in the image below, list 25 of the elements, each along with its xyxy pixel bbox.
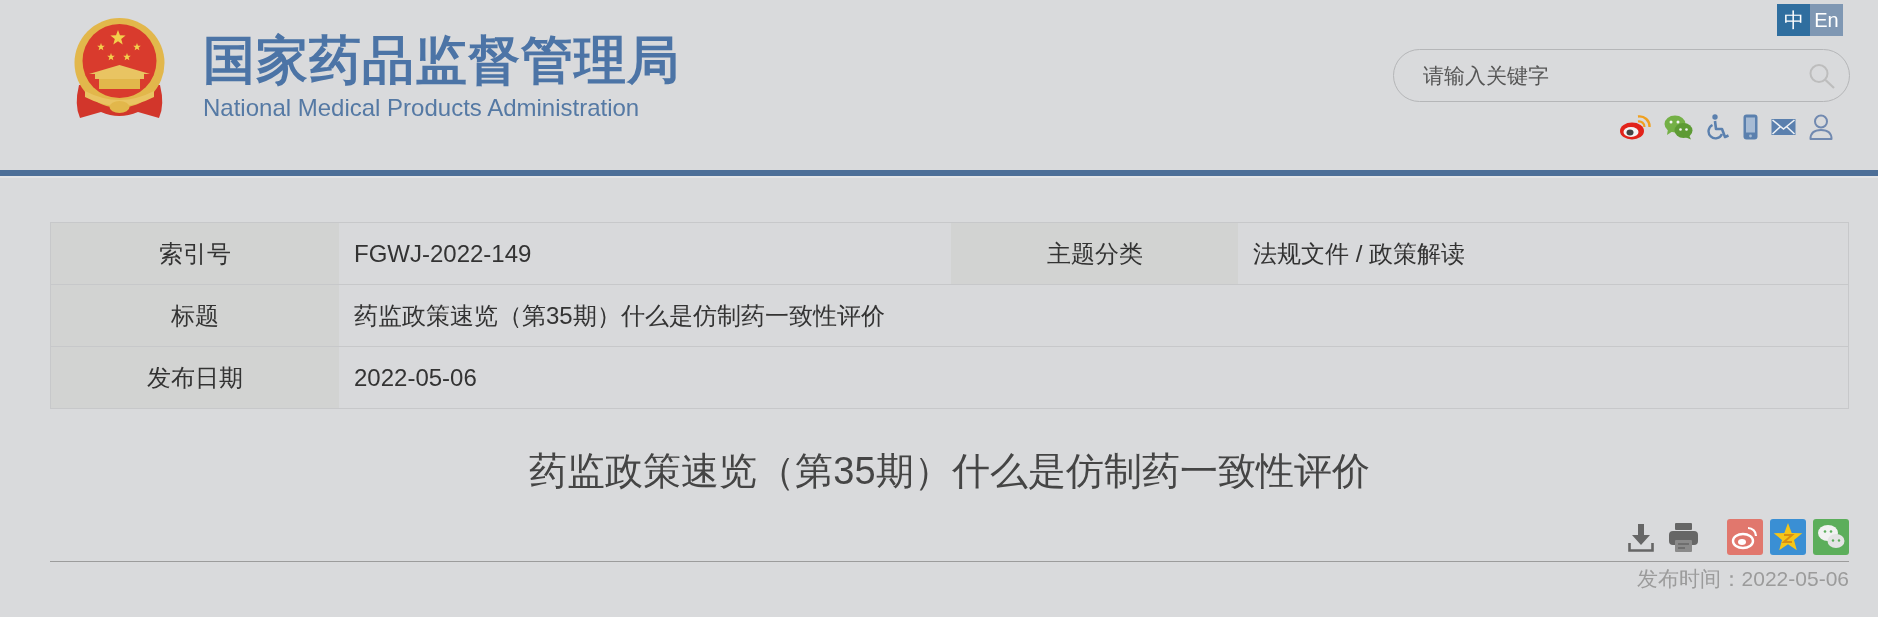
field-label: 主题分类 bbox=[951, 223, 1238, 284]
search-field[interactable]: 请输入关键字 bbox=[1393, 49, 1850, 102]
field-value: 药监政策速览（第35期）什么是仿制药一致性评价 bbox=[339, 285, 1848, 346]
field-label: 标题 bbox=[51, 285, 339, 346]
user-icon[interactable] bbox=[1809, 114, 1833, 140]
printer-icon[interactable] bbox=[1669, 521, 1698, 553]
wechat-icon[interactable] bbox=[1664, 114, 1693, 140]
weibo-icon[interactable] bbox=[1619, 114, 1651, 140]
wechat-share-icon[interactable] bbox=[1813, 519, 1849, 555]
download-icon[interactable] bbox=[1627, 521, 1655, 553]
field-value: 法规文件 / 政策解读 bbox=[1238, 223, 1848, 284]
site-title: 国家药品监督管理局 bbox=[203, 30, 680, 91]
field-value: FGWJ-2022-149 bbox=[339, 223, 951, 284]
field-label: 索引号 bbox=[51, 223, 339, 284]
field-value: 2022-05-06 bbox=[339, 347, 1848, 408]
site-subtitle: National Medical Products Administration bbox=[203, 94, 641, 122]
article-title: 药监政策速览（第35期）什么是仿制药一致性评价 bbox=[529, 450, 1370, 492]
wheelchair-icon[interactable] bbox=[1706, 114, 1730, 140]
phone-icon[interactable] bbox=[1743, 114, 1758, 140]
weibo-share-icon[interactable] bbox=[1727, 519, 1763, 555]
star-share-icon[interactable] bbox=[1770, 519, 1806, 555]
language-tab[interactable]: En bbox=[1810, 4, 1843, 36]
publish-date: 发布时间：2022-05-06 bbox=[1636, 566, 1849, 592]
field-label: 发布日期 bbox=[51, 347, 339, 408]
language-tab[interactable]: 中 bbox=[1777, 4, 1810, 36]
